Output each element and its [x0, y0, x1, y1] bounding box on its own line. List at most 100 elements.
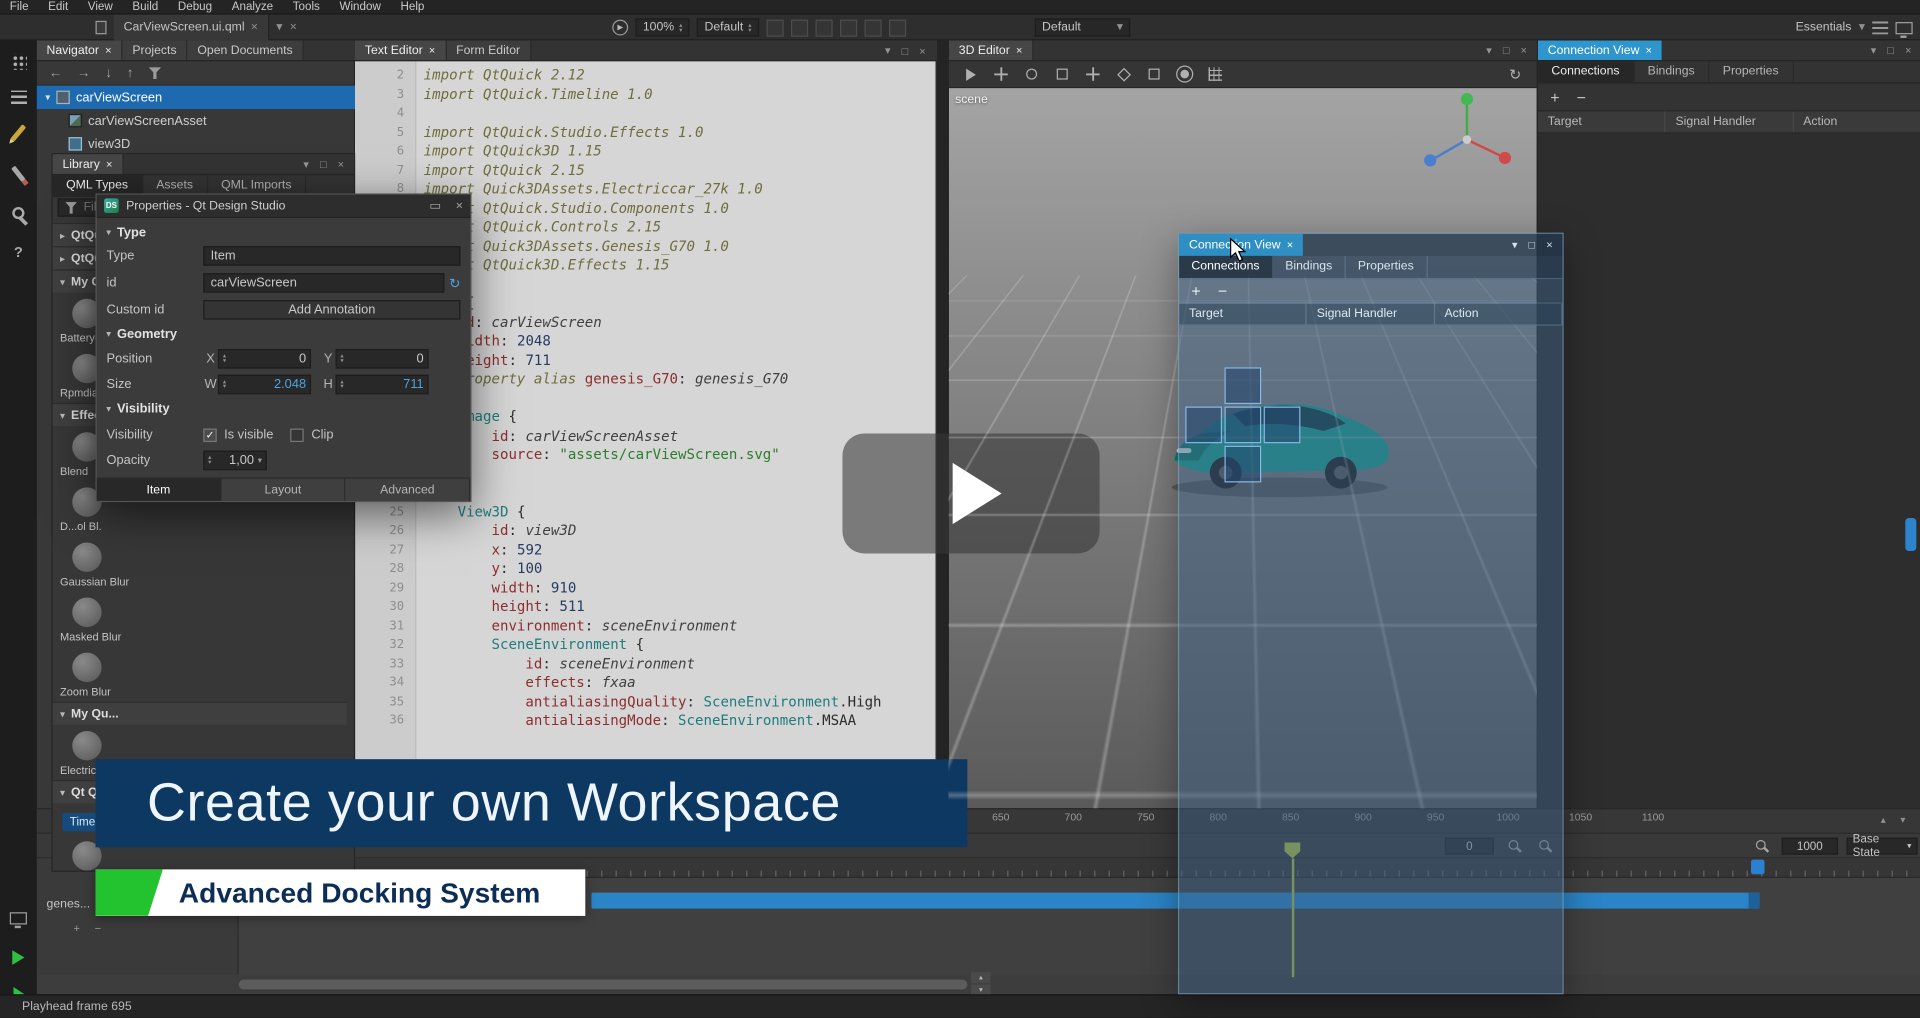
dock-indicator-center[interactable] [1224, 407, 1261, 444]
ruler-toggle-icon[interactable] [864, 19, 881, 36]
library-tab[interactable]: Library × [53, 154, 124, 174]
clip-checkbox[interactable] [291, 428, 304, 441]
close-icon[interactable]: × [429, 44, 435, 56]
collapse-up-icon[interactable]: ▴ [1881, 814, 1886, 825]
close-panel-icon[interactable]: × [1520, 44, 1526, 56]
menu-item[interactable]: Window [330, 0, 391, 13]
edit-mode-icon[interactable] [0, 82, 37, 111]
video-play-button[interactable] [842, 433, 1099, 553]
state-selector[interactable]: Default ▾ [1035, 18, 1131, 36]
splitter-collapse-up[interactable]: ▴ [971, 972, 991, 983]
is-visible-checkbox[interactable]: ✓ [203, 428, 216, 441]
collapse-down-icon[interactable]: ▾ [1900, 814, 1905, 825]
remove-track-icon[interactable]: − [95, 922, 101, 934]
panel-menu-icon[interactable]: ▾ [1486, 43, 1492, 56]
close-panel-icon[interactable]: × [1546, 239, 1552, 251]
close-panel-icon[interactable]: × [919, 45, 925, 57]
dialog-titlebar[interactable]: DS Properties - Qt Design Studio ▭ × [97, 195, 470, 218]
float-panel-icon[interactable]: □ [1529, 239, 1536, 251]
terminal-icon[interactable] [0, 904, 37, 933]
expand-caret-icon[interactable]: ▾ [45, 92, 50, 103]
close-document-icon[interactable]: × [251, 21, 258, 34]
bounds-toggle-icon[interactable] [815, 19, 832, 36]
tree-item[interactable]: ▾ carViewScreenAsset [37, 109, 355, 132]
menu-item[interactable]: Edit [38, 0, 78, 13]
id-field[interactable]: carViewScreen [203, 273, 444, 293]
tools-icon[interactable] [0, 198, 37, 227]
connection-subtab[interactable]: Properties [1709, 61, 1793, 82]
menu-item[interactable]: File [0, 0, 38, 13]
column-header[interactable]: Target [1179, 304, 1307, 325]
end-frame-field[interactable]: 1000 [1782, 838, 1838, 855]
outline-toggle-icon[interactable] [840, 19, 857, 36]
navigator-tab[interactable]: Projects × [123, 40, 188, 60]
properties-tab[interactable]: Advanced [346, 479, 470, 501]
fit-view-icon[interactable] [1053, 65, 1071, 83]
library-entry[interactable]: My Qu... [53, 702, 347, 725]
timeline-scrollbar[interactable] [239, 980, 968, 990]
library-entry[interactable]: Zoom Blur [53, 647, 156, 702]
column-header[interactable]: Signal Handler [1307, 304, 1435, 325]
float-panel-icon[interactable]: □ [902, 45, 909, 57]
close-icon[interactable]: × [105, 44, 111, 56]
visibility-section-header[interactable]: Visibility [107, 402, 170, 417]
style-stepper-icon[interactable]: ▴▾ [748, 23, 751, 33]
properties-tab[interactable]: Item [97, 479, 221, 501]
orbit-tool-icon[interactable] [1022, 65, 1040, 83]
add-connection-icon[interactable]: + [1191, 282, 1200, 300]
close-panel-icon[interactable]: × [338, 158, 344, 170]
close-dialog-icon[interactable]: × [456, 199, 463, 212]
menu-item[interactable]: Debug [168, 0, 222, 13]
panel-menu-icon[interactable]: ▾ [1871, 43, 1877, 56]
reset-view-icon[interactable]: ↻ [1506, 65, 1524, 83]
help-icon[interactable]: ? [0, 238, 37, 267]
close-icon[interactable]: × [106, 158, 112, 170]
menu-item[interactable]: Help [391, 0, 435, 13]
filter-icon[interactable] [148, 67, 161, 79]
add-connection-icon[interactable]: + [1550, 88, 1559, 106]
properties-dialog[interactable]: DS Properties - Qt Design Studio ▭ × Typ… [96, 193, 472, 502]
timeline-end-marker[interactable] [1751, 860, 1764, 875]
move-tool-icon[interactable] [1084, 65, 1102, 83]
design-mode-icon[interactable] [0, 118, 37, 147]
dock-indicator-top[interactable] [1224, 367, 1261, 404]
library-entry[interactable]: Masked Blur [53, 591, 156, 646]
monitor-icon[interactable] [1896, 21, 1913, 33]
float-panel-icon[interactable]: □ [320, 158, 327, 170]
menu-item[interactable]: Analyze [222, 0, 283, 13]
rotate-tool-icon[interactable] [1114, 65, 1132, 83]
column-header[interactable]: Target [1538, 111, 1666, 132]
height-stepper[interactable]: ▴▾ 711 [336, 375, 429, 395]
select-tool-icon[interactable] [961, 65, 979, 83]
column-header[interactable]: Action [1435, 304, 1563, 325]
navigator-tab[interactable]: Open Documents × [188, 40, 304, 60]
move-down-icon[interactable]: ↓ [105, 66, 112, 81]
float-panel-icon[interactable]: □ [1887, 44, 1894, 56]
panel-menu-icon[interactable]: ▾ [303, 157, 309, 170]
x-position-stepper[interactable]: ▴▾ 0 [218, 349, 311, 369]
navigator-tab[interactable]: Navigator × [37, 40, 123, 60]
close-icon[interactable]: × [1016, 44, 1022, 56]
dock-indicator-right[interactable] [1264, 407, 1301, 444]
scale-tool-icon[interactable] [1145, 65, 1163, 83]
paint-mode-icon[interactable] [0, 159, 37, 188]
type-section-header[interactable]: Type [107, 225, 146, 240]
pan-tool-icon[interactable] [992, 65, 1010, 83]
move-up-icon[interactable]: ↑ [127, 66, 134, 81]
run-button-icon[interactable] [0, 943, 37, 972]
column-header[interactable]: Action [1793, 111, 1920, 132]
document-list-chevron-icon[interactable]: ▾ [276, 21, 282, 34]
snap-toggle-icon[interactable] [766, 19, 783, 36]
zoom-fit-icon[interactable] [1756, 840, 1766, 850]
close-panel-icon[interactable]: × [1905, 44, 1911, 56]
light-toggle-icon[interactable] [1176, 65, 1194, 83]
menu-item[interactable]: Build [123, 0, 168, 13]
grid-toggle-icon[interactable] [889, 19, 906, 36]
connection-view-tab[interactable]: Connection View × [1538, 40, 1663, 60]
axis-gizmo[interactable] [1412, 88, 1522, 190]
close-split-icon[interactable]: × [290, 21, 297, 34]
connection-subtab[interactable]: Bindings [1273, 256, 1346, 278]
annotation-icon[interactable] [1138, 19, 1155, 36]
tree-item[interactable]: ▾ carViewScreen [37, 86, 355, 109]
back-icon[interactable]: ← [49, 66, 62, 81]
